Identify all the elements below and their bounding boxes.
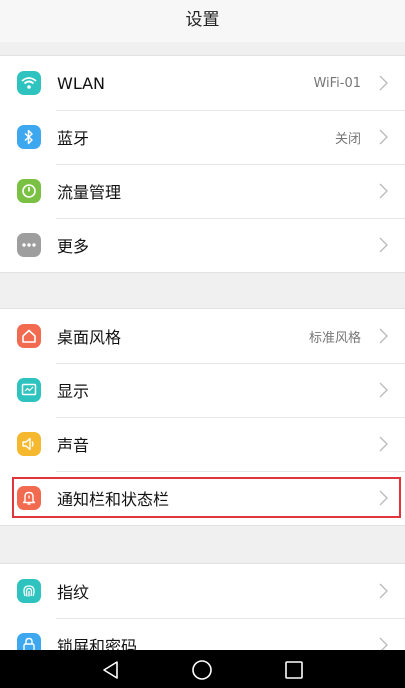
settings-item-label: 蓝牙 xyxy=(57,129,90,148)
data-usage-icon xyxy=(17,179,41,203)
divider xyxy=(56,363,405,364)
settings-item-value: 标准风格 xyxy=(308,330,361,346)
settings-item-notification-status-bar[interactable]: 通知栏和状态栏 xyxy=(0,471,405,525)
recents-icon[interactable] xyxy=(283,659,305,681)
divider xyxy=(56,471,405,472)
settings-item-display[interactable]: 显示 xyxy=(0,363,405,417)
chevron-right-icon xyxy=(379,382,388,398)
settings-item-bluetooth[interactable]: 蓝牙 关闭 xyxy=(0,110,405,164)
display-icon xyxy=(17,378,41,402)
chevron-right-icon xyxy=(379,583,388,599)
chevron-right-icon xyxy=(379,328,388,344)
settings-item-label: 显示 xyxy=(57,382,90,401)
settings-item-home-style[interactable]: 桌面风格 标准风格 xyxy=(0,309,405,363)
settings-item-fingerprint[interactable]: 指纹 xyxy=(0,564,405,618)
settings-item-wlan[interactable]: WLAN WiFi-01 xyxy=(0,56,405,110)
settings-item-sound[interactable]: 声音 xyxy=(0,417,405,471)
settings-item-label: 流量管理 xyxy=(57,183,122,202)
app-bar: 设置 xyxy=(0,0,405,42)
settings-group-network: WLAN WiFi-01 蓝牙 关闭 流量管理 更多 xyxy=(0,55,405,273)
settings-item-label: 通知栏和状态栏 xyxy=(57,490,170,509)
home-icon[interactable] xyxy=(191,659,213,681)
settings-item-label: 声音 xyxy=(57,436,90,455)
page-title: 设置 xyxy=(185,9,220,30)
divider xyxy=(56,218,405,219)
settings-item-value: WiFi-01 xyxy=(313,75,361,91)
chevron-right-icon xyxy=(379,490,388,506)
fingerprint-icon xyxy=(17,579,41,603)
bluetooth-icon xyxy=(17,125,41,149)
settings-item-label: WLAN xyxy=(57,73,106,93)
chevron-right-icon xyxy=(379,129,388,145)
settings-item-value: 关闭 xyxy=(334,131,361,147)
chevron-right-icon xyxy=(379,436,388,452)
notification-bell-icon xyxy=(17,486,41,510)
divider xyxy=(56,164,405,165)
settings-item-label: 桌面风格 xyxy=(57,328,122,347)
chevron-right-icon xyxy=(379,237,388,253)
divider xyxy=(56,110,405,111)
home-style-icon xyxy=(17,324,41,348)
back-icon[interactable] xyxy=(100,659,122,681)
chevron-right-icon xyxy=(379,75,388,91)
settings-item-more[interactable]: 更多 xyxy=(0,218,405,272)
settings-group-display: 桌面风格 标准风格 显示 声音 通知栏和状态栏 xyxy=(0,308,405,526)
divider xyxy=(56,417,405,418)
divider xyxy=(56,618,405,619)
settings-item-label: 更多 xyxy=(57,237,90,256)
sound-icon xyxy=(17,432,41,456)
chevron-right-icon xyxy=(379,183,388,199)
more-icon xyxy=(17,233,41,257)
wifi-icon xyxy=(17,71,41,95)
settings-item-label: 指纹 xyxy=(57,583,90,602)
settings-item-data-usage[interactable]: 流量管理 xyxy=(0,164,405,218)
system-navigation-bar xyxy=(0,650,405,688)
